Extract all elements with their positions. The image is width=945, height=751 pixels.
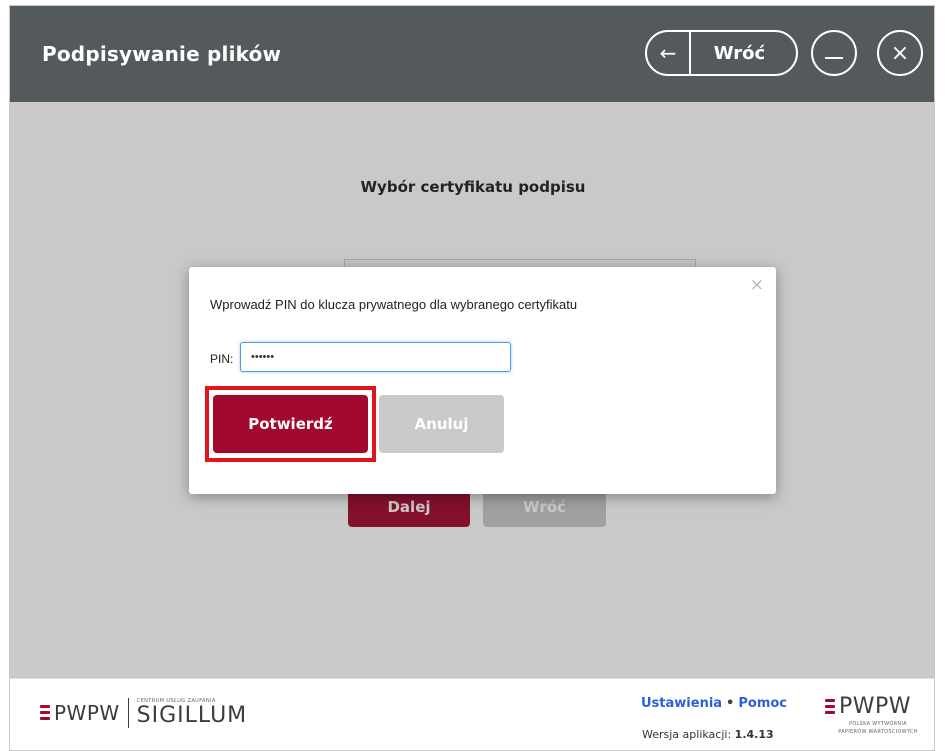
app-version: Wersja aplikacji: 1.4.13 bbox=[642, 728, 774, 741]
footer-divider bbox=[10, 678, 934, 679]
links-separator: • bbox=[726, 696, 735, 711]
pwpw-brand-right: PWPW bbox=[839, 694, 912, 719]
pwpw-subtitle-1: POLSKA WYTWÓRNIA bbox=[849, 721, 907, 727]
header-back-label: Wróć bbox=[713, 42, 766, 64]
header-back-button[interactable]: ← Wróć bbox=[645, 30, 798, 76]
pwpw-mark-icon bbox=[823, 696, 837, 718]
pin-dialog: × Wprowadź PIN do klucza prywatnego dla … bbox=[189, 267, 776, 494]
sigillum-logo: PWPW CENTRUM USŁUG ZAUFANIA SIGILLUM bbox=[38, 698, 247, 728]
logo-separator bbox=[127, 698, 129, 728]
app-window: Podpisywanie plików ← Wróć × Wybór certy… bbox=[9, 5, 935, 751]
confirm-button[interactable]: Potwierdź bbox=[213, 395, 368, 453]
pin-label: PIN: bbox=[210, 352, 234, 366]
minimize-button[interactable] bbox=[811, 30, 857, 76]
pin-input[interactable] bbox=[240, 342, 511, 372]
app-title: Podpisywanie plików bbox=[42, 42, 282, 66]
dialog-message: Wprowadź PIN do klucza prywatnego dla wy… bbox=[210, 297, 578, 312]
pwpw-mark-icon bbox=[38, 702, 52, 724]
arrow-left-icon: ← bbox=[659, 41, 677, 65]
minimize-icon bbox=[825, 57, 843, 59]
pwpw-subtitle-2: PAPIERÓW WARTOŚCIOWYCH bbox=[838, 729, 918, 735]
close-button[interactable]: × bbox=[877, 30, 923, 76]
version-value: 1.4.13 bbox=[734, 728, 774, 741]
dialog-close-icon[interactable]: × bbox=[750, 275, 764, 295]
close-icon: × bbox=[890, 40, 910, 66]
app-header: Podpisywanie plików ← Wróć × bbox=[10, 6, 934, 102]
pwpw-brand: PWPW bbox=[54, 701, 120, 725]
help-link[interactable]: Pomoc bbox=[738, 696, 787, 711]
cancel-button[interactable]: Anuluj bbox=[379, 395, 504, 453]
settings-link[interactable]: Ustawienia bbox=[641, 696, 722, 711]
version-label: Wersja aplikacji: bbox=[642, 728, 732, 741]
footer-links: Ustawienia • Pomoc bbox=[641, 696, 787, 711]
pwpw-logo: PWPW POLSKA WYTWÓRNIA PAPIERÓW WARTOŚCIO… bbox=[823, 694, 923, 735]
sigillum-name: SIGILLUM bbox=[136, 703, 248, 728]
